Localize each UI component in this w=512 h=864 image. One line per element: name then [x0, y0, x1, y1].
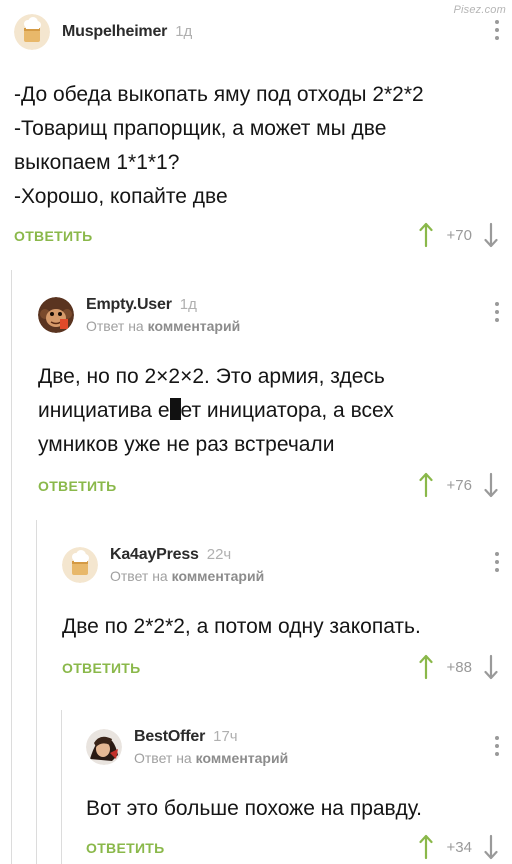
more-vertical-icon[interactable] [494, 302, 500, 322]
comment-line: инициатива е ет инициатора, а всех [38, 394, 504, 428]
comment-line: выкопаем 1*1*1? [14, 151, 180, 174]
reply-button[interactable]: ОТВЕТИТЬ [38, 478, 117, 494]
vote-controls: +70 [418, 222, 498, 248]
reply-to-link[interactable]: комментарий [172, 568, 265, 584]
avatar-chef-icon[interactable] [14, 14, 50, 50]
reply-button[interactable]: ОТВЕТИТЬ [86, 840, 165, 856]
comment-bestoffer: BestOffer 17ч Ответ на комментарий Вот э… [0, 710, 512, 864]
comment-text: Две, но по 2×2×2. Это армия, здесь иници… [38, 360, 504, 462]
arrow-up-icon[interactable] [418, 472, 433, 498]
comment-fragment: ет инициатора, а всех [180, 399, 394, 422]
more-vertical-icon[interactable] [494, 20, 500, 40]
reply-to-prefix: Ответ на [86, 318, 144, 334]
rating-value: +70 [446, 226, 472, 244]
arrow-up-icon[interactable] [418, 654, 433, 680]
comment-line: умников уже не раз встречали [38, 433, 335, 456]
more-vertical-icon[interactable] [494, 736, 500, 756]
comment-text: Вот это больше похоже на правду. [86, 792, 504, 826]
reply-button[interactable]: ОТВЕТИТЬ [62, 660, 141, 676]
comment-muspelheimer: Muspelheimer 1д -До обеда выкопать яму п… [0, 0, 512, 270]
comment-empty-user: Empty.User 1д Ответ на комментарий Две, … [0, 270, 512, 520]
author-name[interactable]: BestOffer [134, 728, 205, 746]
author-name[interactable]: Ka4ayPress [110, 546, 199, 564]
comment-time: 22ч [206, 546, 232, 563]
reply-to-label: Ответ на комментарий [110, 568, 264, 584]
reply-to-label: Ответ на комментарий [86, 318, 240, 334]
avatar-user-icon[interactable] [86, 729, 122, 765]
arrow-down-icon[interactable] [484, 472, 498, 498]
comment-line: -Товарищ прапорщик, а может мы две [14, 117, 387, 140]
comment-line: Вот это больше похоже на правду. [86, 797, 422, 820]
rating-value: +34 [446, 838, 472, 856]
vote-controls: +34 [418, 834, 498, 860]
vote-controls: +76 [418, 472, 498, 498]
reply-to-label: Ответ на комментарий [134, 750, 288, 766]
comment-ka4aypress: Ka4ayPress 22ч Ответ на комментарий Две … [0, 520, 512, 710]
comment-text: Две по 2*2*2, а потом одну закопать. [62, 610, 504, 644]
reply-to-prefix: Ответ на [110, 568, 168, 584]
comment-time: 1д [179, 296, 197, 313]
comment-line: -Хорошо, копайте две [14, 185, 228, 208]
reply-to-prefix: Ответ на [134, 750, 192, 766]
author-name[interactable]: Muspelheimer [62, 23, 167, 41]
rating-value: +76 [446, 476, 472, 494]
arrow-up-icon[interactable] [418, 834, 433, 860]
avatar-chef-icon[interactable] [62, 547, 98, 583]
censor-block [169, 398, 181, 420]
rating-value: +88 [446, 658, 472, 676]
comment-line: -До обеда выкопать яму под отходы 2*2*2 [14, 83, 424, 106]
reply-to-link[interactable]: комментарий [196, 750, 289, 766]
arrow-down-icon[interactable] [484, 222, 498, 248]
comment-text: -До обеда выкопать яму под отходы 2*2*2 … [14, 78, 504, 214]
reply-button[interactable]: ОТВЕТИТЬ [14, 228, 93, 244]
comment-line: Две, но по 2×2×2. Это армия, здесь [38, 365, 385, 388]
avatar-monkey-icon[interactable] [38, 297, 74, 333]
author-name[interactable]: Empty.User [86, 296, 172, 314]
arrow-down-icon[interactable] [484, 834, 498, 860]
comment-time: 17ч [213, 728, 238, 745]
comment-line: Две по 2*2*2, а потом одну закопать. [62, 615, 421, 638]
comment-time: 1д [175, 23, 193, 40]
more-vertical-icon[interactable] [494, 552, 500, 572]
vote-controls: +88 [418, 654, 498, 680]
arrow-up-icon[interactable] [418, 222, 433, 248]
comment-fragment: инициатива е [38, 399, 170, 422]
reply-to-link[interactable]: комментарий [148, 318, 241, 334]
arrow-down-icon[interactable] [484, 654, 498, 680]
